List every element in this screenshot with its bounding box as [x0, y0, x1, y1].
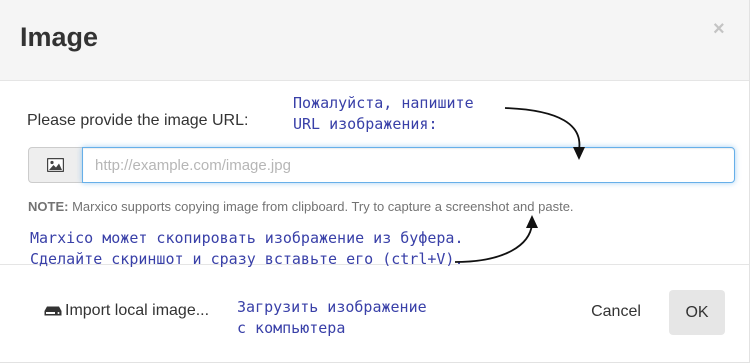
image-dialog: Image × Please provide the image URL: По…	[0, 0, 750, 363]
url-hint-arrowhead	[573, 147, 585, 160]
annotation-arrows	[454, 107, 585, 263]
clipboard-hint-arrow	[454, 223, 533, 263]
url-hint-arrow	[504, 107, 581, 151]
clipboard-hint-arrowhead	[526, 215, 538, 228]
